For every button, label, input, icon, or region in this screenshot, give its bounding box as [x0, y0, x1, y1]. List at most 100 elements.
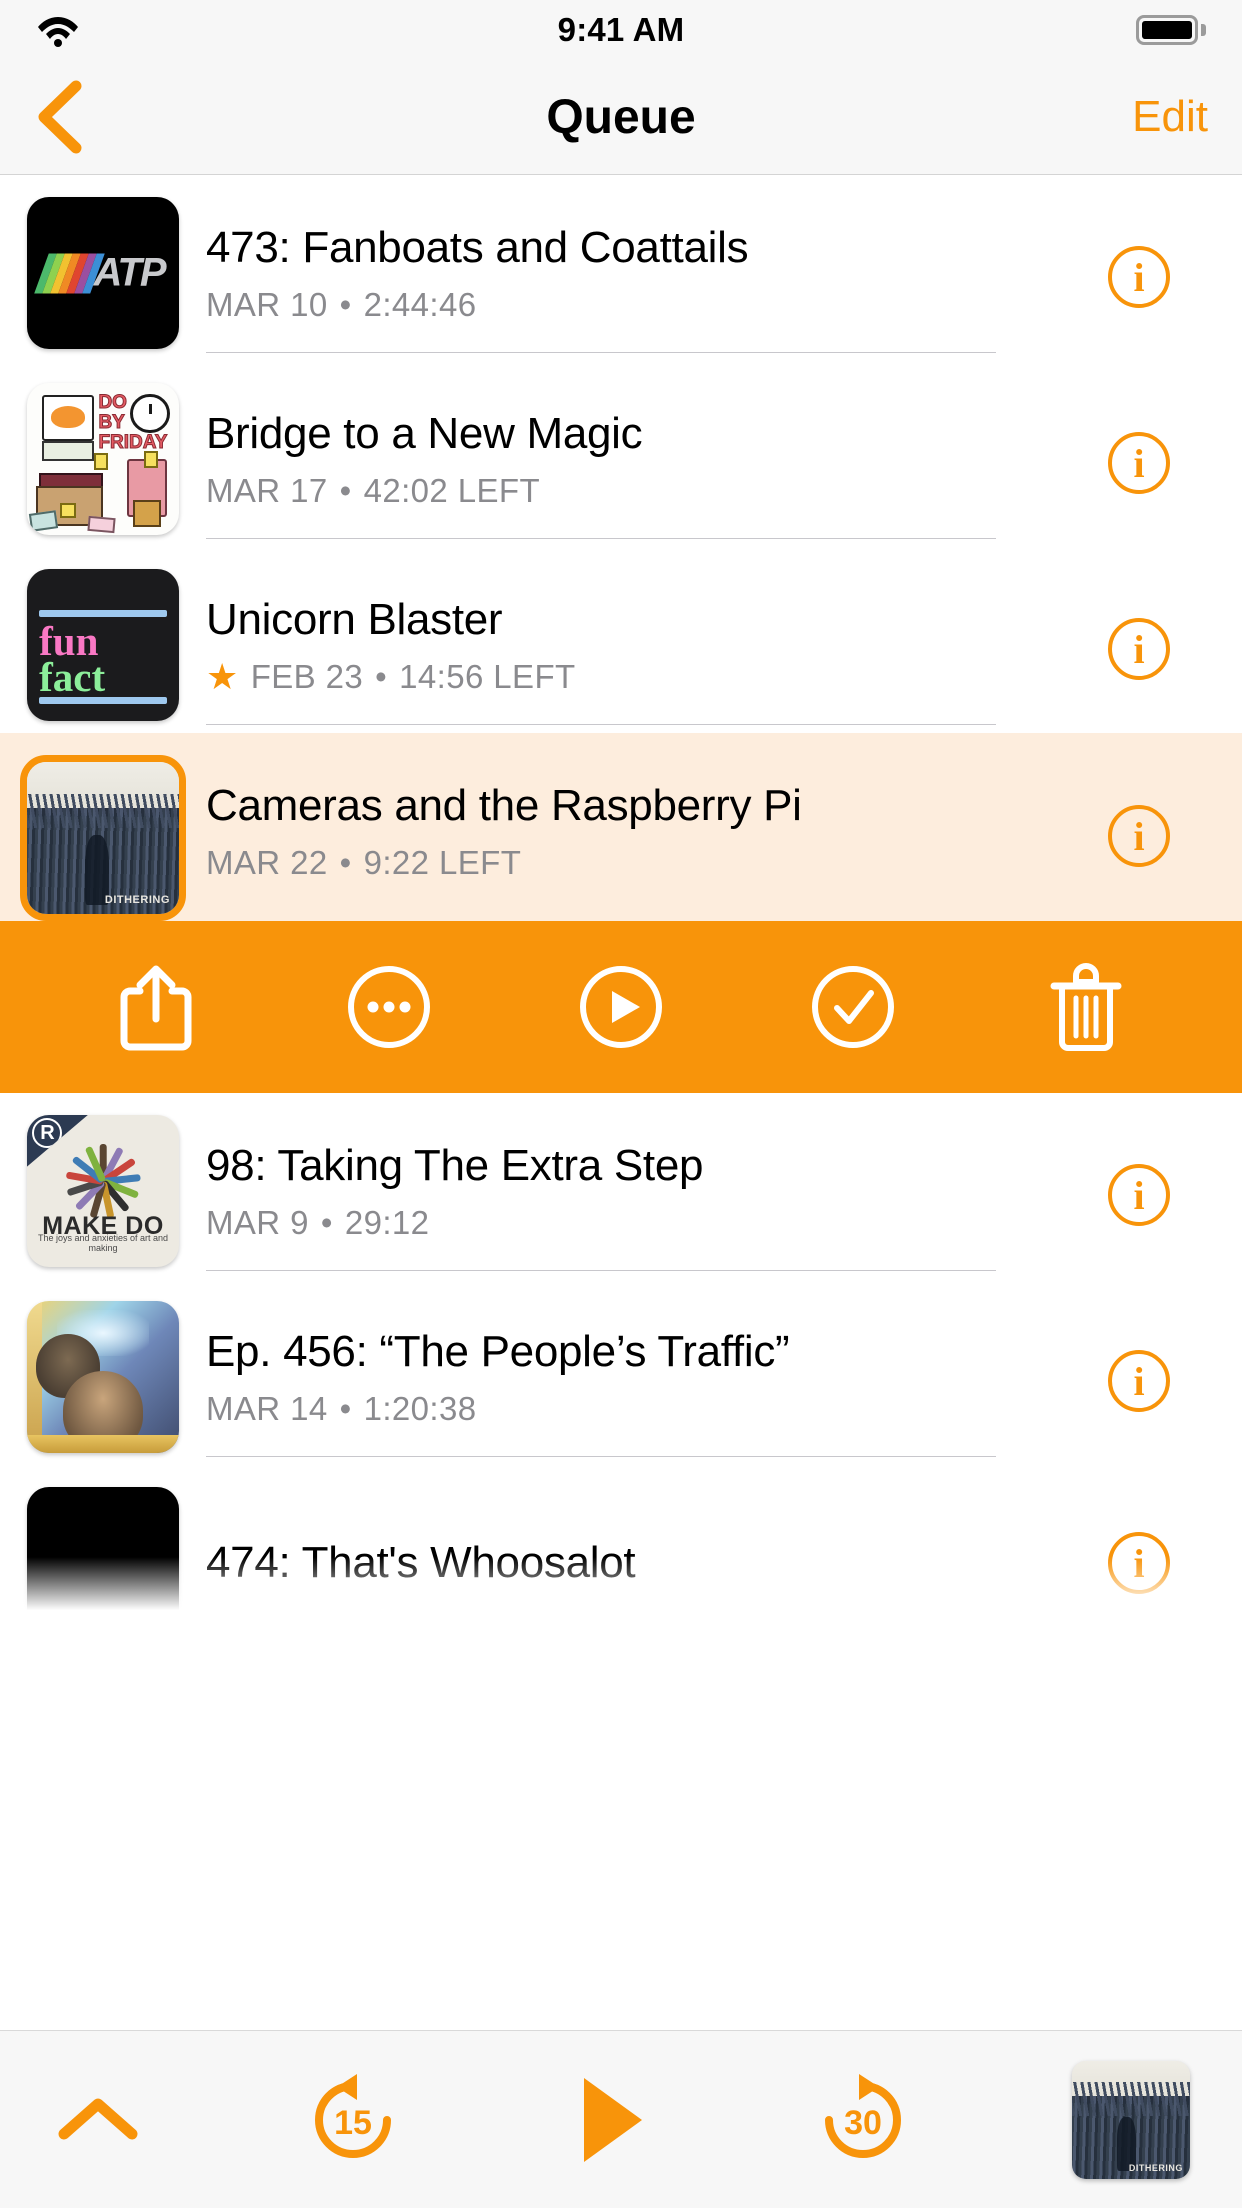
info-button[interactable]: i: [1036, 1164, 1242, 1226]
status-time: 9:41 AM: [557, 11, 685, 48]
episode-date: MAR 22: [206, 843, 328, 881]
podcast-artwork-dithering: DITHERING: [20, 755, 186, 921]
meta-separator: •: [375, 657, 388, 695]
info-icon: i: [1108, 432, 1170, 494]
dbf-text-by: BY: [98, 411, 125, 433]
info-icon: i: [1108, 246, 1170, 308]
meta-separator: •: [339, 285, 352, 323]
row-body: Bridge to a New Magic MAR 17 • 42:02 LEF…: [206, 379, 1036, 539]
make-do-subtitle: The joys and anxieties of art and making: [37, 1233, 169, 1254]
meta-separator: •: [320, 1203, 333, 1241]
dithering-wordmark: DITHERING: [1128, 2162, 1183, 2173]
row-body: Unicorn Blaster ★ FEB 23 • 14:56 LEFT: [206, 565, 1036, 725]
row-separator: [206, 724, 996, 725]
edit-button[interactable]: Edit: [1132, 92, 1208, 142]
row-body: 473: Fanboats and Coattails MAR 10 • 2:4…: [206, 193, 1036, 353]
episode-title: 474: That's Whoosalot: [206, 1538, 636, 1588]
artwork-container: [0, 1483, 206, 1639]
table-row[interactable]: ATP 473: Fanboats and Coattails MAR 10 •…: [0, 175, 1242, 361]
podcast-artwork-black: [27, 1487, 179, 1639]
skip-back-15-button[interactable]: 15: [301, 2068, 405, 2172]
meta-separator: •: [339, 843, 352, 881]
info-icon: i: [1108, 1350, 1170, 1412]
artwork-container: ATP: [0, 193, 206, 349]
row-body: 98: Taking The Extra Step MAR 9 • 29:12: [206, 1111, 1036, 1271]
queue-list: ATP 473: Fanboats and Coattails MAR 10 •…: [0, 175, 1242, 1643]
info-button[interactable]: i: [1036, 246, 1242, 308]
episode-duration: 14:56 LEFT: [399, 657, 576, 695]
artwork-container: MAKE DO The joys and anxieties of art an…: [0, 1111, 206, 1267]
skip-back-label: 15: [334, 2104, 372, 2142]
info-button[interactable]: i: [1036, 1532, 1242, 1594]
row-separator: [206, 352, 996, 353]
info-button[interactable]: i: [1036, 805, 1242, 867]
meta-separator: •: [339, 471, 352, 509]
episode-title: Bridge to a New Magic: [206, 409, 643, 459]
table-row[interactable]: Ep. 456: “The People’s Traffic” MAR 14 •…: [0, 1279, 1242, 1465]
info-button[interactable]: i: [1036, 618, 1242, 680]
episode-title: Ep. 456: “The People’s Traffic”: [206, 1327, 790, 1377]
episode-meta: MAR 14 • 1:20:38: [206, 1390, 1016, 1428]
back-button[interactable]: [34, 80, 86, 154]
artwork-container: DO BY FRIDAY: [0, 379, 206, 535]
podcast-artwork-fun-fact: fun fact: [27, 569, 179, 721]
info-icon: i: [1108, 805, 1170, 867]
episode-date: MAR 10: [206, 285, 328, 323]
episode-duration: 9:22 LEFT: [363, 843, 522, 881]
podcast-artwork-do-by-friday: DO BY FRIDAY: [27, 383, 179, 535]
episode-title: 98: Taking The Extra Step: [206, 1141, 704, 1191]
episode-date: MAR 9: [206, 1203, 309, 1241]
play-button[interactable]: [573, 959, 669, 1055]
fun-fact-line-2: fact: [39, 654, 106, 701]
atp-wordmark: ATP: [93, 250, 166, 295]
more-button[interactable]: [341, 959, 437, 1055]
skip-forward-label: 30: [844, 2104, 882, 2142]
row-body: Ep. 456: “The People’s Traffic” MAR 14 •…: [206, 1297, 1036, 1457]
info-icon: i: [1108, 1164, 1170, 1226]
row-separator: [206, 1456, 996, 1457]
page-title: Queue: [546, 90, 696, 144]
dbf-text-friday: FRIDAY: [98, 431, 168, 453]
table-row[interactable]: 474: That's Whoosalot i: [0, 1465, 1242, 1643]
episode-date: FEB 23: [250, 657, 364, 695]
meta-separator: •: [339, 1389, 352, 1427]
row-separator: [206, 1270, 996, 1271]
podcast-artwork-make-do: MAKE DO The joys and anxieties of art an…: [27, 1115, 179, 1267]
skip-forward-30-button[interactable]: 30: [811, 2068, 915, 2172]
mark-played-button[interactable]: [805, 959, 901, 1055]
delete-button[interactable]: [1038, 959, 1134, 1055]
nav-bar: Queue Edit: [0, 60, 1242, 175]
episode-duration: 29:12: [344, 1203, 430, 1241]
dithering-wordmark: DITHERING: [104, 894, 170, 907]
info-button[interactable]: i: [1036, 1350, 1242, 1412]
info-icon: i: [1108, 618, 1170, 680]
podcast-artwork-atp: ATP: [27, 197, 179, 349]
artwork-container: [0, 1297, 206, 1453]
episode-meta: MAR 22 • 9:22 LEFT: [206, 844, 1016, 882]
play-pause-button[interactable]: [562, 2068, 654, 2172]
podcast-artwork-peoples-traffic: [27, 1301, 179, 1453]
episode-meta: MAR 17 • 42:02 LEFT: [206, 472, 1016, 510]
info-icon: i: [1108, 1532, 1170, 1594]
table-row[interactable]: MAKE DO The joys and anxieties of art an…: [0, 1093, 1242, 1279]
table-row[interactable]: fun fact Unicorn Blaster ★ FEB 23 • 14:5…: [0, 547, 1242, 733]
star-icon: ★: [206, 655, 239, 697]
table-row-selected[interactable]: DITHERING Cameras and the Raspberry Pi M…: [0, 733, 1242, 921]
row-body: Cameras and the Raspberry Pi MAR 22 • 9:…: [206, 751, 1036, 911]
episode-meta: MAR 10 • 2:44:46: [206, 286, 1016, 324]
share-button[interactable]: [108, 959, 204, 1055]
table-row[interactable]: DO BY FRIDAY Bridge to a New Magic MAR 1…: [0, 361, 1242, 547]
episode-title: Unicorn Blaster: [206, 595, 503, 645]
episode-title: 473: Fanboats and Coattails: [206, 223, 749, 273]
row-body: 474: That's Whoosalot: [206, 1483, 1036, 1643]
swipe-action-bar: [0, 921, 1242, 1093]
dbf-text-do: DO: [98, 392, 127, 414]
info-button[interactable]: i: [1036, 432, 1242, 494]
row-separator: [206, 538, 996, 539]
expand-player-button[interactable]: [52, 2088, 144, 2152]
episode-meta: MAR 9 • 29:12: [206, 1204, 1016, 1242]
episode-duration: 1:20:38: [363, 1389, 477, 1427]
episode-meta: ★ FEB 23 • 14:56 LEFT: [206, 658, 1016, 696]
now-playing-artwork[interactable]: DITHERING: [1072, 2060, 1190, 2179]
episode-date: MAR 14: [206, 1389, 328, 1427]
